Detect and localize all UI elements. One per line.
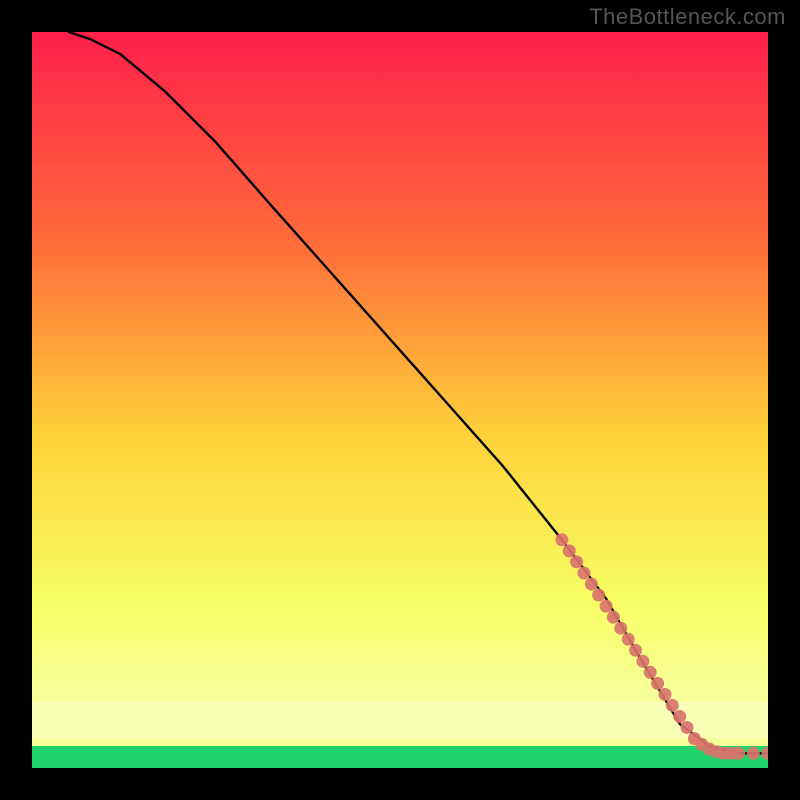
plot-area <box>32 32 768 768</box>
chart-stage: TheBottleneck.com <box>0 0 800 800</box>
chart-svg <box>32 32 768 768</box>
watermark-text: TheBottleneck.com <box>589 4 786 30</box>
